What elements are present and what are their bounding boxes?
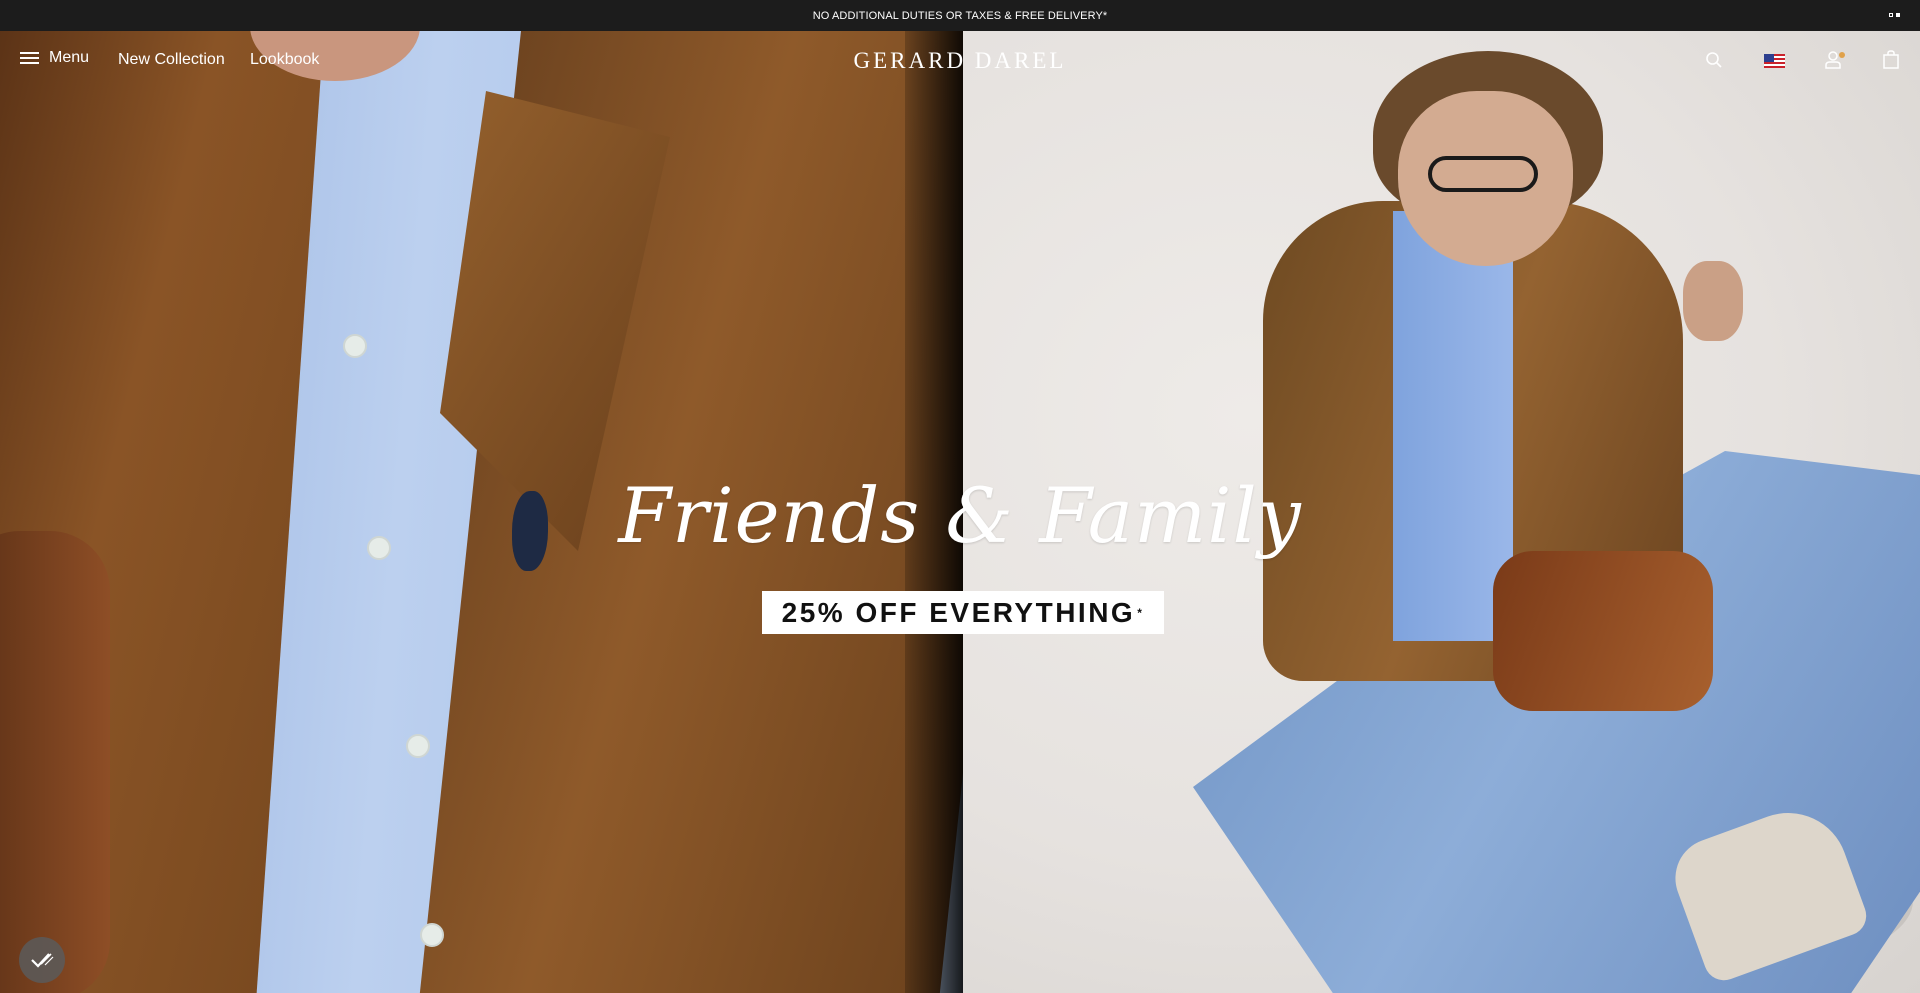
privacy-consent-button[interactable] [19,937,65,983]
us-flag-icon[interactable] [1764,54,1785,68]
promo-cta-mark: * [1137,605,1145,620]
nav-lookbook[interactable]: Lookbook [250,51,319,69]
menu-label: Menu [49,49,90,66]
site-header: Menu New Collection Lookbook GERARD DARE… [0,31,1920,91]
announcement-pagination [1889,13,1900,17]
pagination-dot-1[interactable] [1889,13,1893,17]
hamburger-icon [20,52,39,64]
announcement-bar: NO ADDITIONAL DUTIES OR TAXES & FREE DEL… [0,0,1920,31]
promo-title: Friends & Family [618,471,1302,560]
menu-button[interactable]: Menu [20,49,89,67]
search-icon[interactable] [1705,51,1723,69]
promo-cta[interactable]: 25% OFF EVERYTHING * [762,591,1164,634]
promo-cta-text: 25% OFF EVERYTHING [781,596,1136,628]
brand-logo[interactable]: GERARD DAREL [845,48,1075,73]
cart-icon[interactable] [1882,49,1900,70]
announcement-text: NO ADDITIONAL DUTIES OR TAXES & FREE DEL… [812,9,1108,22]
hero-banner[interactable]: Friends & Family 25% OFF EVERYTHING * [0,31,1920,993]
notification-dot [1839,52,1845,58]
nav-new-collection[interactable]: New Collection [118,51,225,69]
check-icon [31,953,54,968]
pagination-dot-2[interactable] [1896,13,1900,17]
